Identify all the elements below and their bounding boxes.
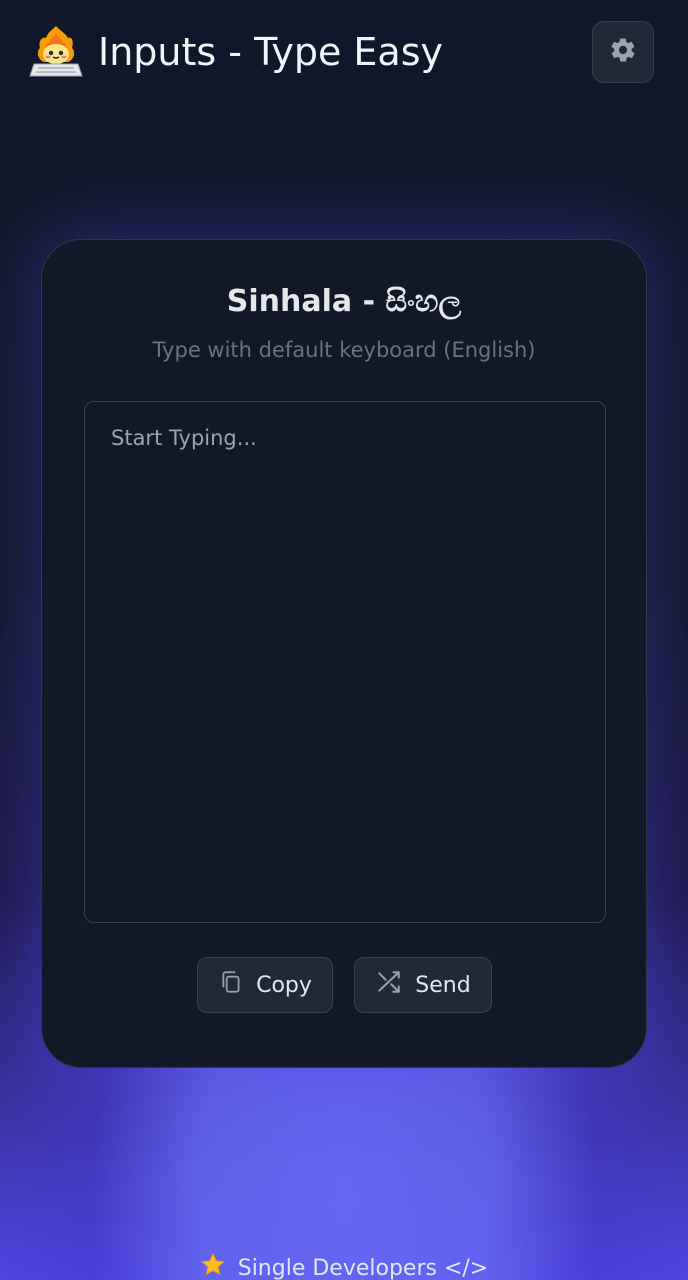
- app-header: Inputs - Type Easy: [0, 0, 688, 110]
- gear-icon: [609, 36, 637, 68]
- language-subtitle: Type with default keyboard (English): [152, 338, 536, 362]
- copy-icon: [218, 969, 244, 1001]
- copy-button[interactable]: Copy: [197, 957, 333, 1013]
- app-title: Inputs - Type Easy: [98, 30, 444, 74]
- laptop-flame-mascot-icon: [28, 24, 84, 80]
- send-label: Send: [415, 972, 471, 998]
- input-card: Sinhala - සිංහල Type with default keyboa…: [41, 239, 647, 1068]
- typing-input[interactable]: [84, 401, 606, 923]
- star-icon: [200, 1252, 226, 1280]
- copy-label: Copy: [256, 972, 312, 998]
- shuffle-icon: [375, 969, 403, 1001]
- settings-button[interactable]: [592, 21, 654, 83]
- footer-text: Single Developers </>: [237, 1255, 489, 1280]
- language-title: Sinhala - සිංහල: [226, 284, 462, 319]
- footer-credit[interactable]: Single Developers </>: [0, 1252, 688, 1280]
- send-button[interactable]: Send: [354, 957, 492, 1013]
